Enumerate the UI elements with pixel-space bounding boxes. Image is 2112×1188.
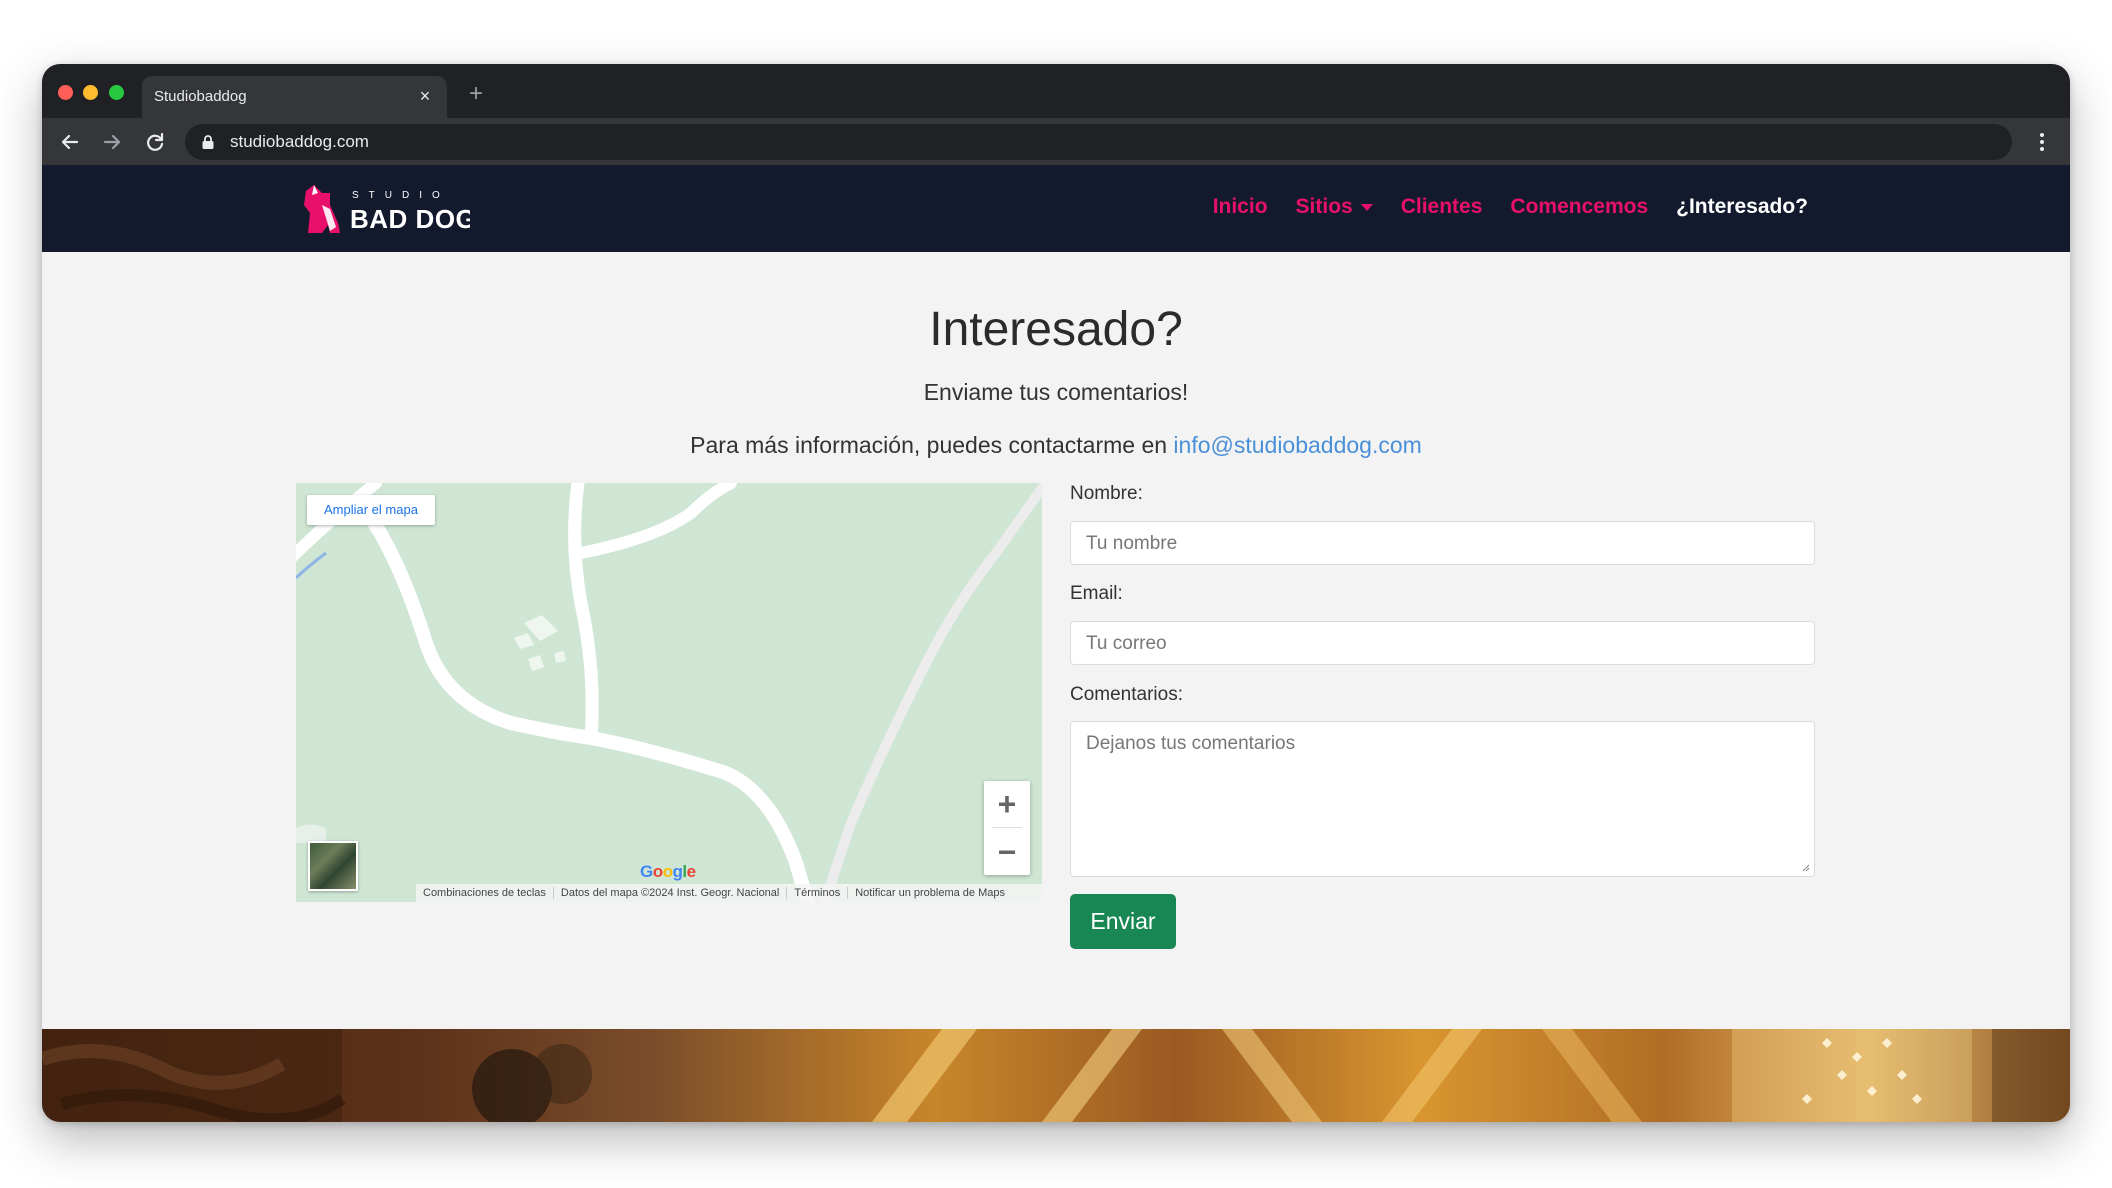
name-label: Nombre:	[1070, 483, 1143, 504]
close-window-button[interactable]	[58, 85, 73, 100]
site-logo[interactable]: STUDIO BAD DOG	[300, 183, 476, 237]
comments-textarea[interactable]: Dejanos tus comentarios	[1070, 721, 1815, 877]
terms-link[interactable]: Términos	[787, 887, 849, 899]
zoom-divider	[992, 827, 1022, 828]
new-tab-button[interactable]: +	[462, 80, 490, 108]
address-bar[interactable]: studiobaddog.com	[185, 124, 2012, 160]
nav-link-sitios[interactable]: Sitios	[1296, 195, 1373, 219]
browser-toolbar: studiobaddog.com	[42, 118, 2070, 165]
name-placeholder: Tu nombre	[1086, 533, 1178, 554]
google-logo-letter: o	[662, 862, 673, 881]
contact-text: Para más información, puedes contactarme…	[690, 432, 1168, 458]
browser-window: Studiobaddog × + studiobaddog.com STUDIO…	[42, 64, 2070, 1122]
nav-link-inicio[interactable]: Inicio	[1213, 195, 1268, 219]
embedded-map[interactable]: Ampliar el mapa + − Google Combinaciones…	[296, 483, 1042, 902]
report-problem-link[interactable]: Notificar un problema de Maps	[848, 887, 1012, 899]
logo-main-text: BAD DOG	[350, 204, 470, 234]
map-attribution-bar: Combinaciones de teclas Datos del mapa ©…	[416, 884, 1042, 902]
submit-button[interactable]: Enviar	[1070, 894, 1176, 949]
dog-logo-icon: STUDIO BAD DOG	[304, 185, 476, 234]
nav-link-comencemos[interactable]: Comencemos	[1510, 195, 1648, 219]
google-logo-letter: G	[640, 862, 653, 881]
site-navbar: STUDIO BAD DOG Inicio Sitios Clientes Co…	[42, 165, 2070, 252]
nav-link-sitios-label: Sitios	[1295, 195, 1353, 218]
minimize-window-button[interactable]	[83, 85, 98, 100]
expand-map-button[interactable]: Ampliar el mapa	[307, 495, 435, 525]
page-title: Interesado?	[929, 303, 1183, 356]
comments-placeholder: Dejanos tus comentarios	[1086, 733, 1296, 754]
logo-studio-text: STUDIO	[352, 190, 450, 201]
arrow-left-icon	[61, 134, 79, 150]
map-zoom-controls: + −	[984, 781, 1030, 875]
browser-tab[interactable]: Studiobaddog ×	[142, 76, 447, 118]
nav-link-interesado[interactable]: ¿Interesado?	[1676, 195, 1808, 219]
email-label: Email:	[1070, 583, 1123, 604]
keyboard-shortcuts-link[interactable]: Combinaciones de teclas	[416, 887, 554, 899]
google-logo: Google	[640, 862, 696, 882]
lock-icon	[202, 135, 214, 149]
tab-close-icon[interactable]: ×	[413, 84, 437, 108]
footer-photo-texture	[42, 1029, 2070, 1122]
map-roads	[296, 483, 1042, 902]
contact-email-link[interactable]: info@studiobaddog.com	[1173, 432, 1421, 458]
reload-icon	[147, 132, 164, 151]
arrow-right-icon	[103, 134, 121, 150]
url-text: studiobaddog.com	[230, 132, 369, 151]
maximize-window-button[interactable]	[109, 85, 124, 100]
tab-title: Studiobaddog	[154, 88, 247, 105]
zoom-out-button[interactable]: −	[984, 829, 1030, 875]
more-vertical-icon	[2040, 133, 2044, 151]
resize-grip-icon[interactable]	[1801, 863, 1810, 872]
browser-menu-button[interactable]	[2027, 127, 2057, 157]
email-placeholder: Tu correo	[1086, 633, 1167, 654]
forward-button[interactable]	[97, 127, 127, 157]
reload-button[interactable]	[140, 127, 170, 157]
map-data-attribution: Datos del mapa ©2024 Inst. Geogr. Nacion…	[554, 887, 788, 899]
google-logo-letter: g	[672, 862, 683, 881]
back-button[interactable]	[55, 127, 85, 157]
caret-down-icon	[1360, 203, 1373, 211]
google-logo-letter: o	[652, 862, 663, 881]
name-input[interactable]: Tu nombre	[1070, 521, 1815, 565]
satellite-toggle-thumbnail[interactable]	[308, 841, 358, 891]
footer-photo-banner	[42, 1029, 2070, 1122]
zoom-in-button[interactable]: +	[984, 781, 1030, 827]
tab-strip: Studiobaddog × +	[42, 64, 2070, 118]
contact-line: Para más información, puedes contactarme…	[42, 432, 2070, 459]
google-logo-letter: e	[686, 862, 696, 881]
comments-label: Comentarios:	[1070, 684, 1183, 705]
page-subtitle: Enviame tus comentarios!	[923, 379, 1189, 405]
contact-section: Interesado? Enviame tus comentarios! Par…	[42, 252, 2070, 1093]
nav-link-clientes[interactable]: Clientes	[1401, 195, 1483, 219]
nav-links: Inicio Sitios Clientes Comencemos ¿Inter…	[1213, 195, 1808, 219]
email-input[interactable]: Tu correo	[1070, 621, 1815, 665]
